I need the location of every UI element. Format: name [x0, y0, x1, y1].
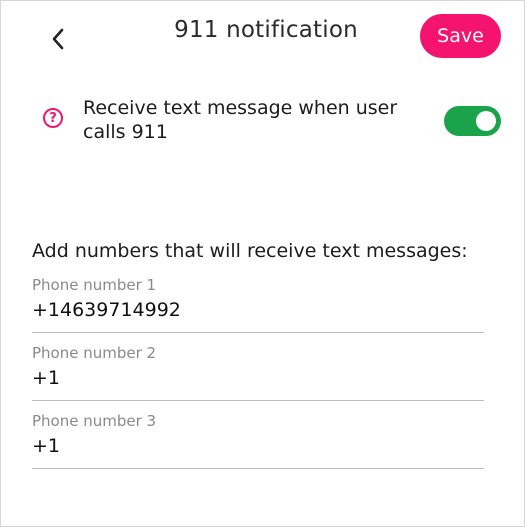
- field-underline: [32, 468, 484, 469]
- question-circle-icon[interactable]: ?: [43, 108, 63, 128]
- phone-number-field-3: Phone number 3: [32, 412, 484, 472]
- phone-number-input[interactable]: [32, 432, 472, 460]
- phone-number-input[interactable]: [32, 296, 472, 324]
- save-button[interactable]: Save: [420, 14, 501, 58]
- notification-toggle-row: ? Receive text message when user calls 9…: [0, 92, 525, 152]
- phone-number-field-1: Phone number 1: [32, 276, 484, 336]
- phone-number-label: Phone number 1: [32, 276, 157, 294]
- toggle-label: Receive text message when user calls 911: [83, 97, 398, 143]
- receive-sms-toggle[interactable]: [444, 106, 501, 136]
- phone-number-label: Phone number 3: [32, 412, 157, 430]
- header-bar: 911 notification Save: [0, 0, 525, 70]
- numbers-heading: Add numbers that will receive text messa…: [32, 240, 468, 262]
- toggle-knob: [476, 111, 496, 131]
- field-underline: [32, 400, 484, 401]
- field-underline: [32, 332, 484, 333]
- phone-number-input[interactable]: [32, 364, 472, 392]
- phone-number-field-2: Phone number 2: [32, 344, 484, 404]
- phone-number-label: Phone number 2: [32, 344, 157, 362]
